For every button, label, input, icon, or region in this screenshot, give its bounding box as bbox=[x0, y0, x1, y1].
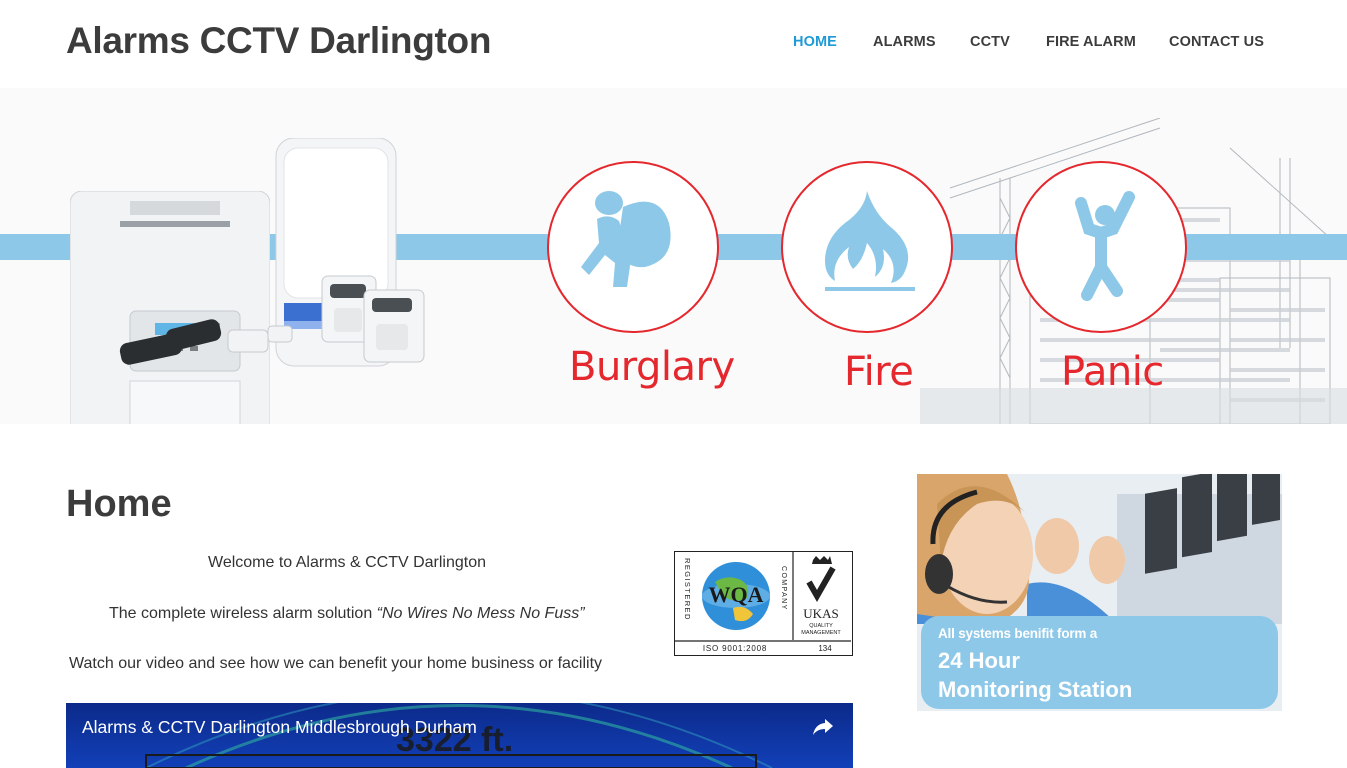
nav-item-cctv[interactable]: CCTV bbox=[970, 34, 1010, 50]
video-embed[interactable]: 3322 ft. Alarms & CCTV Darlington Middle… bbox=[66, 703, 853, 768]
nav-item-home[interactable]: HOME bbox=[793, 34, 837, 50]
door-contact-image bbox=[227, 325, 293, 353]
cert-number-text: 134 bbox=[818, 644, 832, 653]
cert-ukas-text: UKAS bbox=[803, 606, 838, 621]
nav-item-alarms[interactable]: ALARMS bbox=[873, 34, 936, 50]
tagline-quote: “No Wires No Mess No Fuss” bbox=[376, 605, 585, 622]
fire-circle bbox=[781, 161, 953, 333]
hero-label-panic: Panic bbox=[1061, 349, 1164, 395]
wqa-certification-badge: REGISTERED WQA COMPANY UKAS QUALITY MANA… bbox=[674, 551, 853, 656]
cert-iso-text: ISO 9001:2008 bbox=[703, 644, 767, 653]
nav-item-fire-alarm[interactable]: FIRE ALARM bbox=[1046, 34, 1136, 50]
welcome-text: Welcome to Alarms & CCTV Darlington bbox=[208, 554, 487, 571]
tagline-prefix: The complete wireless alarm solution bbox=[109, 605, 377, 622]
video-title[interactable]: Alarms & CCTV Darlington Middlesbrough D… bbox=[82, 717, 477, 738]
share-icon[interactable] bbox=[812, 717, 834, 737]
keyfob-image bbox=[119, 319, 222, 365]
motion-camera-image-2 bbox=[363, 289, 425, 363]
monitoring-station-ad[interactable]: All systems benifit form a 24 Hour Monit… bbox=[917, 474, 1282, 711]
cert-company-text: COMPANY bbox=[780, 566, 787, 611]
panic-person-icon bbox=[1075, 191, 1135, 301]
nav-item-contact-us[interactable]: CONTACT US bbox=[1169, 34, 1264, 50]
hero-banner: Burglary Fire Panic bbox=[0, 88, 1347, 424]
burglar-icon bbox=[581, 191, 671, 287]
panic-circle bbox=[1015, 161, 1187, 333]
burglary-circle bbox=[547, 161, 719, 333]
site-header: Alarms CCTV Darlington HOME ALARMS CCTV … bbox=[0, 0, 1347, 88]
cert-management-text: MANAGEMENT bbox=[801, 630, 841, 636]
page-title: Home bbox=[66, 483, 172, 525]
cert-wqa-text: WQA bbox=[709, 582, 764, 607]
ad-line-2: 24 Hour bbox=[938, 648, 1020, 673]
cert-registered-text: REGISTERED bbox=[683, 558, 692, 621]
flame-icon bbox=[825, 191, 915, 291]
hero-label-burglary: Burglary bbox=[569, 344, 735, 390]
cert-quality-text: QUALITY bbox=[809, 623, 833, 629]
alarm-control-panel-image bbox=[70, 191, 270, 424]
ad-line-1: All systems benifit form a bbox=[938, 626, 1098, 641]
wqa-logo-image: REGISTERED WQA COMPANY UKAS QUALITY MANA… bbox=[675, 552, 851, 653]
hero-label-fire: Fire bbox=[844, 349, 914, 395]
ad-line-3: Monitoring Station bbox=[938, 677, 1133, 702]
video-intro-text: Watch our video and see how we can benef… bbox=[69, 655, 603, 672]
tagline-text: The complete wireless alarm solution “No… bbox=[109, 605, 585, 623]
main-nav: HOME ALARMS CCTV FIRE ALARM CONTACT US bbox=[0, 34, 1347, 54]
